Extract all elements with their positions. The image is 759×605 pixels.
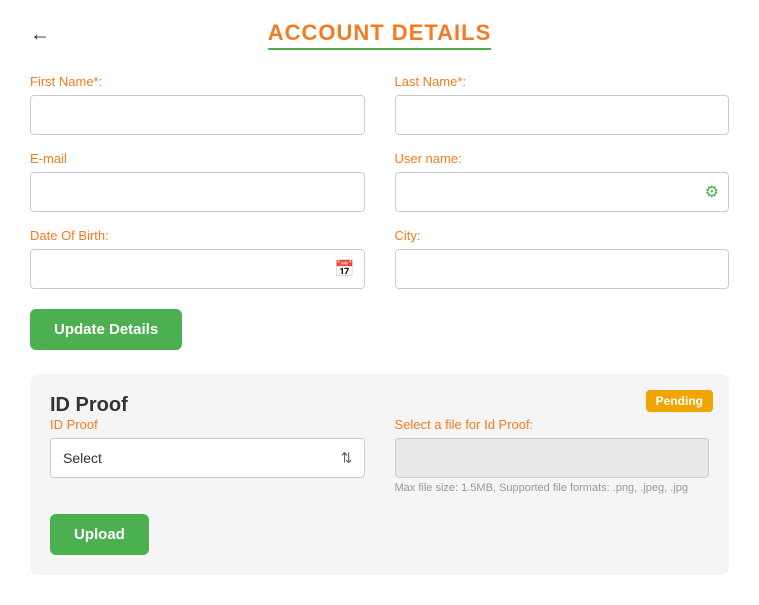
id-proof-select-label: ID Proof: [50, 417, 365, 432]
city-label: City:: [395, 228, 730, 243]
id-proof-title: ID Proof: [50, 394, 128, 416]
username-label: User name:: [395, 151, 730, 166]
username-input[interactable]: [395, 172, 730, 212]
account-form: First Name*: Last Name*: E-mail User nam…: [30, 74, 729, 289]
file-upload-label: Select a file for Id Proof:: [395, 417, 710, 432]
last-name-group: Last Name*:: [395, 74, 730, 135]
id-proof-select-group: ID Proof Select Passport Driving License…: [50, 417, 365, 494]
file-hint: Max file size: 1.5MB, Supported file for…: [395, 482, 710, 494]
city-group: City:: [395, 228, 730, 289]
id-proof-select[interactable]: Select Passport Driving License National…: [50, 438, 365, 478]
last-name-input[interactable]: [395, 95, 730, 135]
first-name-input[interactable]: [30, 95, 365, 135]
email-label: E-mail: [30, 151, 365, 166]
dob-label: Date Of Birth:: [30, 228, 365, 243]
dob-input-wrapper: 📅: [30, 249, 365, 289]
id-proof-grid: ID Proof Select Passport Driving License…: [50, 417, 709, 494]
dob-input[interactable]: [30, 249, 365, 289]
page-title: ACCOUNT DETAILS: [268, 20, 492, 50]
pending-badge: Pending: [646, 390, 713, 412]
file-input-wrapper[interactable]: [395, 438, 710, 478]
city-input[interactable]: [395, 249, 730, 289]
username-input-wrapper: ⚙: [395, 172, 730, 212]
settings-icon: ⚙: [705, 182, 719, 202]
back-button[interactable]: ←: [30, 24, 50, 47]
file-upload-group: Select a file for Id Proof: Max file siz…: [395, 417, 710, 494]
update-details-button[interactable]: Update Details: [30, 309, 182, 350]
dob-group: Date Of Birth: 📅: [30, 228, 365, 289]
email-input[interactable]: [30, 172, 365, 212]
first-name-group: First Name*:: [30, 74, 365, 135]
first-name-label: First Name*:: [30, 74, 365, 89]
id-proof-section: ID Proof Pending ID Proof Select Passpor…: [30, 374, 729, 575]
header: ← ACCOUNT DETAILS: [30, 20, 729, 50]
last-name-label: Last Name*:: [395, 74, 730, 89]
email-group: E-mail: [30, 151, 365, 212]
upload-button[interactable]: Upload: [50, 514, 149, 555]
username-group: User name: ⚙: [395, 151, 730, 212]
id-proof-select-wrapper: Select Passport Driving License National…: [50, 438, 365, 478]
